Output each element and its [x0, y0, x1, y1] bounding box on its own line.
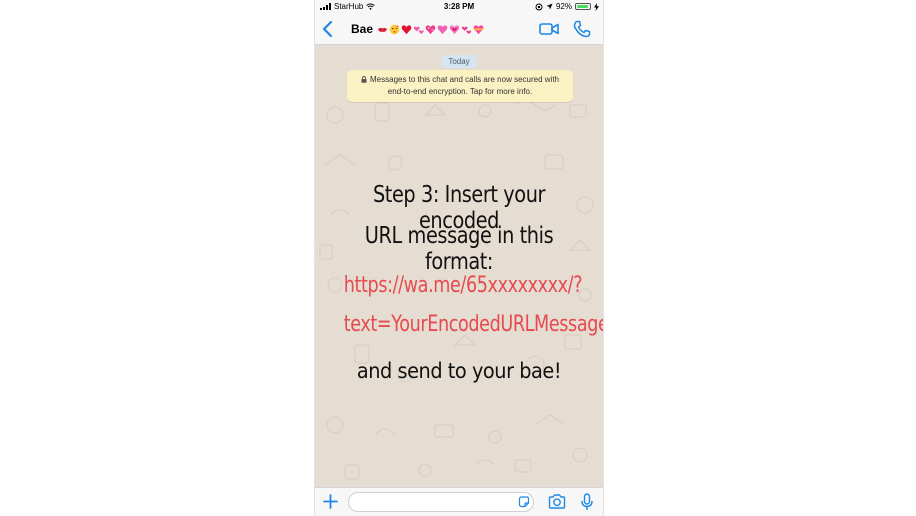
chat-header: Bae — [315, 14, 603, 45]
phone-screen: StarHub 3:28 PM 92% Bae Today Messages t… — [314, 0, 604, 516]
overlay-line-5: and send to your bae! — [356, 359, 562, 383]
kiss-mark-icon — [377, 27, 388, 32]
red-heart-icon — [401, 24, 412, 34]
heart-with-ribbon-icon — [473, 24, 484, 34]
kissing-face-icon — [389, 24, 400, 34]
chevron-left-icon[interactable] — [321, 20, 335, 38]
contact-name: Bae — [351, 22, 374, 36]
revolving-hearts-icon — [461, 26, 472, 34]
growing-heart-icon — [449, 24, 460, 34]
message-input[interactable] — [348, 492, 534, 512]
status-bar: StarHub 3:28 PM 92% — [315, 0, 603, 14]
battery-icon — [575, 3, 591, 10]
contact-emojis — [377, 24, 484, 35]
overlay-line-3: https://wa.me/65xxxxxxxx/? — [343, 273, 583, 298]
orientation-lock-icon — [535, 3, 543, 10]
encryption-notice[interactable]: Messages to this chat and calls are now … — [347, 70, 573, 102]
battery-level — [577, 5, 588, 8]
plus-icon[interactable] — [323, 494, 338, 509]
microphone-icon[interactable] — [581, 493, 593, 511]
sticker-icon[interactable] — [518, 496, 530, 508]
phone-icon[interactable] — [573, 20, 591, 38]
sparkling-heart-icon — [425, 24, 436, 34]
battery-percent: 92% — [555, 2, 572, 11]
date-pill: Today — [315, 51, 603, 69]
chat-title[interactable]: Bae — [351, 22, 484, 36]
overlay-line-4: text=YourEncodedURLMessage — [343, 312, 603, 337]
status-bar-right: 92% — [535, 2, 599, 11]
video-camera-icon[interactable] — [539, 22, 559, 36]
lock-icon — [361, 76, 367, 83]
overlay-line-2: URL message in this format: — [364, 223, 554, 275]
camera-icon[interactable] — [548, 494, 566, 509]
pink-heart-icon — [437, 24, 448, 34]
location-icon — [546, 3, 553, 10]
chat-body[interactable]: Today Messages to this chat and calls ar… — [315, 45, 603, 487]
charging-icon — [594, 2, 599, 11]
date-label: Today — [441, 55, 477, 68]
encryption-notice-text: Messages to this chat and calls are now … — [370, 75, 559, 96]
input-bar — [315, 487, 603, 516]
two-hearts-icon — [413, 26, 424, 34]
